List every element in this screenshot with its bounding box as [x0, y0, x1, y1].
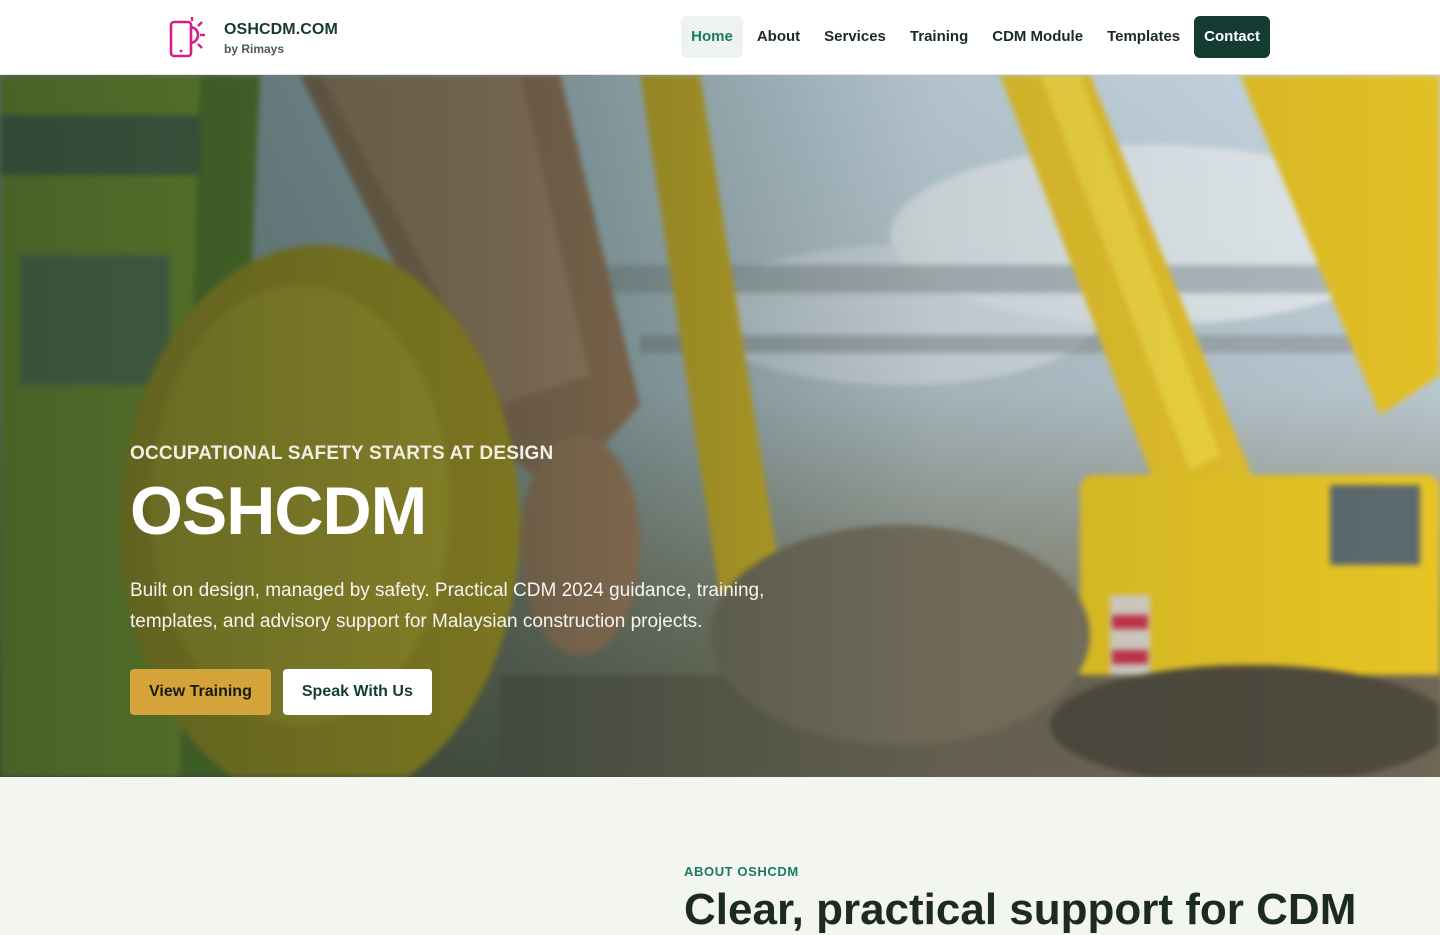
phone-sun-icon: [169, 17, 205, 58]
about-heading: Clear, practical support for CDM: [684, 885, 1357, 934]
hero-buttons: View Training Speak With Us: [130, 669, 830, 715]
brand-name: OSHCDM.COM: [224, 20, 338, 38]
hero-section: OCCUPATIONAL SAFETY STARTS AT DESIGN OSH…: [0, 75, 1440, 777]
contact-button[interactable]: Contact: [1194, 16, 1270, 58]
nav-item-templates[interactable]: Templates: [1095, 16, 1192, 58]
hero-title: OSHCDM: [130, 473, 427, 549]
speak-with-us-button[interactable]: Speak With Us: [282, 669, 432, 715]
nav-item-services[interactable]: Services: [812, 16, 898, 58]
hero-description: Built on design, managed by safety. Prac…: [130, 580, 765, 632]
hero-content: OCCUPATIONAL SAFETY STARTS AT DESIGN OSH…: [130, 443, 830, 715]
brand-text: OSHCDM.COM by Rimays: [224, 21, 338, 56]
site-header: OSHCDM.COM by Rimays Home About Services…: [0, 0, 1440, 75]
view-training-button[interactable]: View Training: [130, 669, 271, 715]
main-nav: Home About Services Training CDM Module …: [681, 16, 1270, 58]
nav-item-training[interactable]: Training: [898, 16, 980, 58]
nav-item-cdm-module[interactable]: CDM Module: [980, 16, 1095, 58]
about-section: ABOUT OSHCDM Clear, practical support fo…: [0, 777, 1440, 934]
brand[interactable]: OSHCDM.COM by Rimays: [168, 15, 338, 61]
brand-subtitle: by Rimays: [224, 41, 285, 56]
nav-item-home[interactable]: Home: [681, 16, 743, 58]
about-eyebrow: ABOUT OSHCDM: [684, 864, 799, 879]
hero-eyebrow: OCCUPATIONAL SAFETY STARTS AT DESIGN: [130, 443, 554, 464]
nav-item-about[interactable]: About: [745, 16, 812, 58]
